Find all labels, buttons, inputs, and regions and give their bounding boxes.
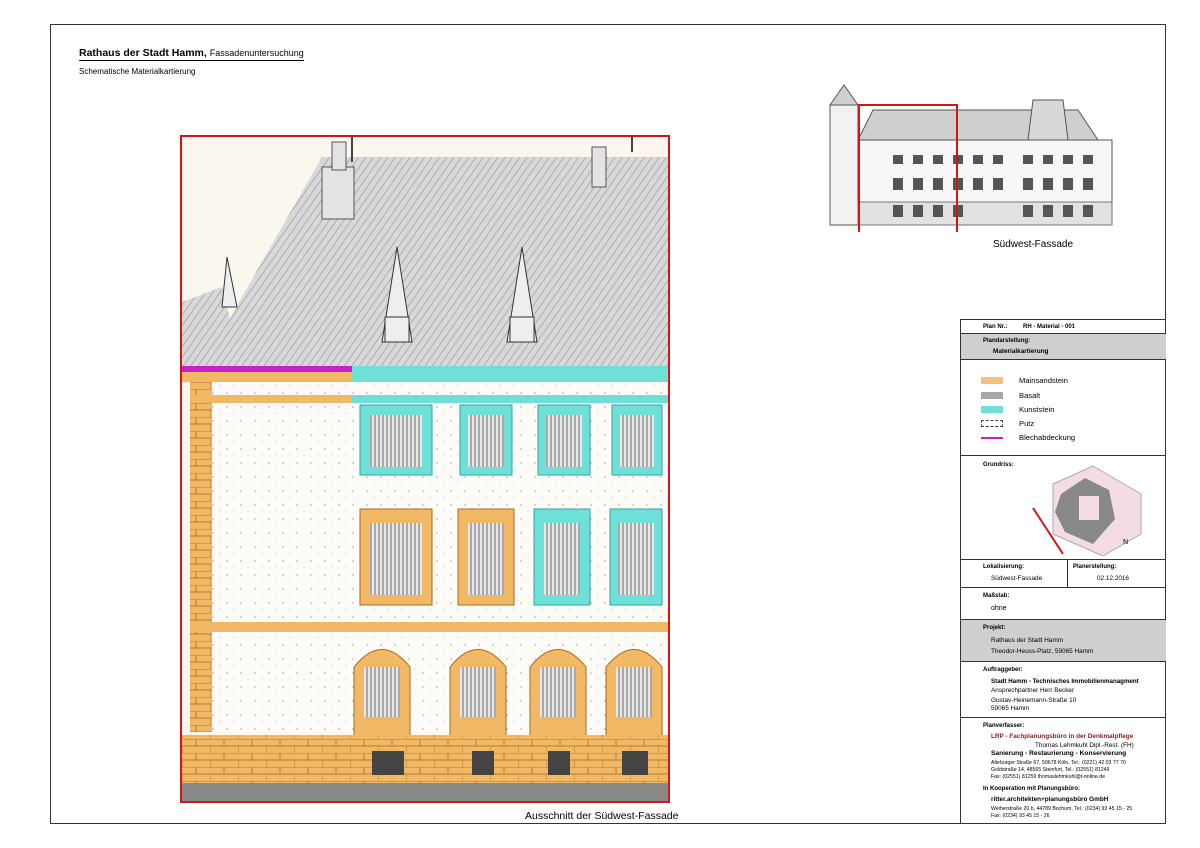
facade-detail-drawing — [182, 137, 668, 801]
plan-nr-value: RH - Material - 001 — [1023, 324, 1076, 330]
main-figure-caption: Ausschnitt der Südwest-Fassade — [525, 810, 679, 822]
legend-label-basalt: Basalt — [1019, 391, 1041, 400]
legend-swatch-basalt — [981, 392, 1003, 399]
planverfasser-addr3: Fax: (02551) 81259 thomaslehmkuhl@t-onli… — [991, 774, 1105, 780]
grundriss-label: Grundriss: — [983, 462, 1014, 468]
massstab-label: Maßstab: — [983, 593, 1010, 599]
kooperation-label: In Kooperation mit Planungsbüro: — [983, 786, 1080, 792]
legend-swatch-blechabdeckung — [981, 437, 1003, 439]
sheet-subtitle: Schematische Materialkartierung — [79, 67, 196, 76]
svg-text:N: N — [1123, 539, 1128, 546]
legend-swatch-mainsandstein — [981, 377, 1003, 384]
kooperation-addr1: Weiherstraße 20 b, 44789 Bochum, Tel.: (… — [991, 806, 1133, 812]
lokalisierung-value: Südwest-Fassade — [991, 575, 1043, 582]
planverfasser-addr2: Goldstraße 14, 48565 Steinfurt, Tel.: (0… — [991, 767, 1110, 773]
projekt-label: Projekt: — [983, 625, 1006, 631]
planverfasser-person: Thomas Lehmkuhl Dipl.-Rest. (FH) — [1035, 742, 1134, 749]
legend-swatch-kunststein — [981, 406, 1003, 413]
legend-swatch-putz — [981, 420, 1003, 427]
auftraggeber-row: Auftraggeber: Stadt Hamm - Technisches I… — [961, 661, 1166, 717]
projekt-name: Rathaus der Stadt Hamm — [991, 637, 1064, 644]
planverfasser-label: Planverfasser: — [983, 723, 1025, 729]
lokalisierung-row: Lokalisierung: Südwest-Fassade Planerste… — [961, 559, 1166, 588]
upper-window-row — [359, 404, 663, 476]
plan-nr-row: Plan Nr.: RH - Material - 001 — [961, 319, 1166, 333]
planverfasser-firm: LRP - Fachplanungsbüro in der Denkmalpfl… — [991, 733, 1134, 740]
lokalisierung-label: Lokalisierung: — [983, 564, 1025, 570]
planerstellung-label: Planerstellung: — [1073, 564, 1117, 570]
grundriss-plan: N — [1032, 465, 1142, 556]
facade-detail-figure — [180, 135, 670, 803]
kooperation-firm: ritter.architekten+planungsbüro GmbH — [991, 796, 1109, 803]
massstab-row: Maßstab: ohne — [961, 587, 1166, 619]
grundriss-row: Grundriss: N — [961, 455, 1166, 559]
auftraggeber-name: Stadt Hamm - Technisches Immobilienmanag… — [991, 678, 1139, 685]
plandarstellung-value: Materialkartierung — [993, 348, 1049, 355]
title-block: Plan Nr.: RH - Material - 001 Plandarste… — [960, 319, 1167, 824]
auftraggeber-contact: Ansprechpartner Herr Becker — [991, 687, 1075, 694]
auftraggeber-label: Auftraggeber: — [983, 667, 1023, 673]
sheet-title-main: Rathaus der Stadt Hamm, — [79, 47, 207, 59]
planerstellung-value: 02.12.2016 — [1097, 575, 1129, 582]
plandarstellung-label: Plandarstellung: — [983, 338, 1031, 344]
projekt-address: Theodor-Heuss-Platz, 59065 Hamm — [991, 648, 1094, 655]
legend-label-mainsandstein: Mainsandstein — [1019, 376, 1068, 385]
sheet-title-suffix: Fassadenuntersuchung — [209, 48, 304, 58]
legend-label-blechabdeckung: Blechabdeckung — [1019, 433, 1076, 442]
plan-nr-label: Plan Nr.: — [983, 324, 1008, 330]
auftraggeber-street: Gustav-Heinemann-Straße 10 — [991, 697, 1077, 704]
legend: Mainsandstein Basalt Kunststein Putz Ble… — [961, 359, 1166, 455]
legend-label-putz: Putz — [1019, 419, 1035, 428]
legend-label-kunststein: Kunststein — [1019, 405, 1055, 414]
kooperation-addr2: Fax: (0234) 93 45 15 - 26 — [991, 813, 1050, 819]
projekt-row: Projekt: Rathaus der Stadt Hamm Theodor-… — [961, 619, 1166, 661]
middle-window-row — [359, 508, 663, 606]
planverfasser-row: Planverfasser: LRP - Fachplanungsbüro in… — [961, 717, 1166, 824]
planverfasser-addr1: Alteburger Straße 67, 50678 Köln, Tel.: … — [991, 760, 1126, 766]
massstab-value: ohne — [991, 605, 1007, 612]
overview-elevation-drawing — [829, 84, 1113, 234]
sheet-title: Rathaus der Stadt Hamm, Fassadenuntersuc… — [79, 47, 304, 61]
overview-elevation — [828, 80, 1113, 234]
plandarstellung-row: Plandarstellung: Materialkartierung — [961, 333, 1166, 359]
planverfasser-services: Sanierung - Restaurierung - Konservierun… — [991, 750, 1127, 757]
auftraggeber-city: 59065 Hamm — [991, 705, 1030, 712]
lokalisierung-divider — [1067, 560, 1068, 588]
overview-caption: Südwest-Fassade — [993, 239, 1074, 250]
